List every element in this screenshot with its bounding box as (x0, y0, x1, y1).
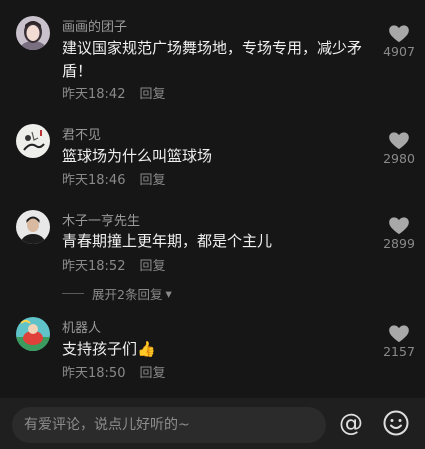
ink-painting-avatar-icon (16, 124, 50, 158)
comment-meta: 昨天18:42 回复 (62, 83, 165, 102)
girl-avatar-icon (16, 16, 50, 50)
reply-button[interactable]: 回复 (139, 366, 165, 381)
reply-button[interactable]: 回复 (139, 173, 165, 188)
at-mention-button[interactable]: @ (336, 407, 366, 439)
comment-username[interactable]: 君不见 (62, 124, 101, 143)
comment-text: 篮球场为什么叫篮球场 (62, 147, 213, 165)
man-avatar-icon (16, 210, 50, 244)
avatar[interactable] (16, 317, 50, 351)
heart-icon (389, 217, 409, 235)
like-button[interactable]: 2157 (381, 325, 417, 359)
comment-time: 昨天18:46 (62, 173, 126, 188)
avatar[interactable] (16, 124, 50, 158)
like-count: 2899 (383, 236, 415, 251)
comment-meta: 昨天18:52 回复 (62, 255, 165, 274)
heart-icon (389, 325, 409, 343)
expand-replies-button[interactable]: 展开2条回复 ▾ (62, 284, 172, 303)
comment-text-content: 支持孩子们 (62, 340, 138, 358)
like-count: 2980 (383, 151, 415, 166)
heart-icon (389, 25, 409, 43)
avatar[interactable] (16, 16, 50, 50)
like-button[interactable]: 2899 (381, 217, 417, 251)
like-button[interactable]: 2980 (381, 132, 417, 166)
comment-time: 昨天18:50 (62, 366, 126, 381)
like-count: 2157 (383, 344, 415, 359)
comment-username[interactable]: 画画的团子 (62, 16, 127, 35)
comment-meta: 昨天18:50 回复 (62, 362, 165, 381)
comment-input-bar: 有爱评论，说点儿好听的~ @ (0, 398, 425, 449)
comment-username[interactable]: 木子一亨先生 (62, 210, 140, 229)
like-count: 4907 (383, 44, 415, 59)
comment-time: 昨天18:52 (62, 259, 126, 274)
thumbs-up-emoji-icon: 👍 (137, 340, 156, 358)
comment-input[interactable]: 有爱评论，说点儿好听的~ (12, 407, 326, 443)
expand-replies-label: 展开2条回复 (92, 287, 163, 302)
chevron-down-icon: ▾ (165, 286, 172, 301)
smiley-face-icon (383, 410, 409, 436)
comment-meta: 昨天18:46 回复 (62, 169, 165, 188)
reply-button[interactable]: 回复 (139, 87, 165, 102)
emoji-button[interactable] (382, 409, 410, 437)
comment-time: 昨天18:42 (62, 87, 126, 102)
avatar[interactable] (16, 210, 50, 244)
reply-button[interactable]: 回复 (139, 259, 165, 274)
heart-icon (389, 132, 409, 150)
comment-text: 建议国家规范广场舞场地，专场专用，减少矛盾！ (62, 39, 363, 80)
comment-username[interactable]: 机器人 (62, 317, 101, 336)
comment-text: 支持孩子们👍 (62, 338, 380, 361)
divider-line (62, 293, 84, 294)
like-button[interactable]: 4907 (381, 25, 417, 59)
comment-text: 青春期撞上更年期，都是个主儿 (62, 232, 273, 250)
colorful-avatar-icon (16, 317, 50, 351)
